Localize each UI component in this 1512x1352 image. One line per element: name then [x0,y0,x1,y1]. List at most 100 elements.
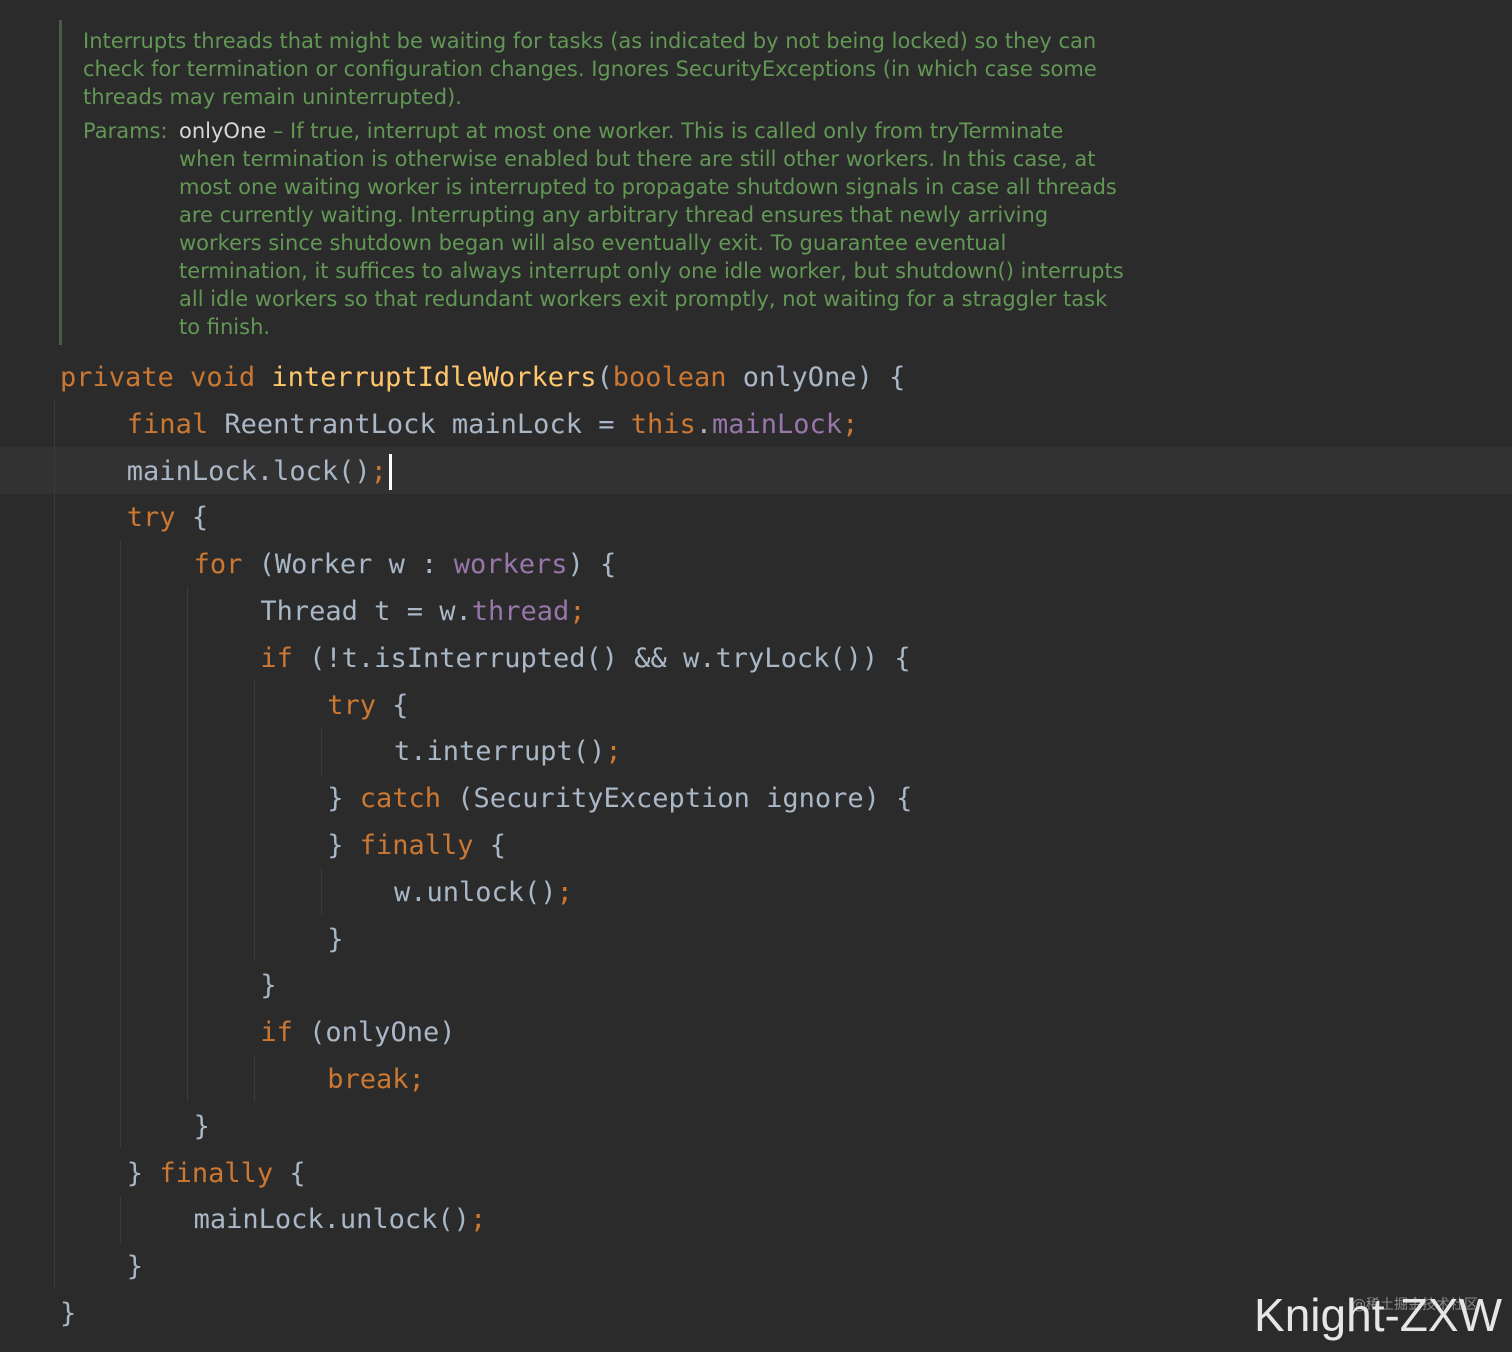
javadoc-panel: Interrupts threads that might be waiting… [59,20,1162,345]
code-line[interactable]: if (!t.isInterrupted() && w.tryLock()) { [260,635,910,682]
indent-guide [120,1196,121,1243]
javadoc-summary: Interrupts threads that might be waiting… [83,27,1097,111]
code-token: ; [605,736,622,768]
code-token: } [327,783,360,815]
code-line[interactable]: for (Worker w : workers) { [194,541,617,588]
code-token: boolean [612,362,727,393]
code-token: (onlyOne) [292,1017,456,1049]
code-token: workers [453,549,568,581]
code-token: if [260,1017,293,1049]
code-token: mainLock.lock() [126,455,371,487]
code-line[interactable]: w.unlock(); [394,869,573,916]
code-line[interactable]: } [194,1103,210,1150]
code-token: } [126,1251,144,1283]
code-line[interactable]: } finally { [327,822,506,869]
code-token: if [260,642,293,674]
params-label: Params: [83,119,168,143]
code-token: (SecurityException ignore) { [440,783,913,815]
param-desc-line: all idle workers so that redundant worke… [179,287,1108,311]
param-first-line: onlyOne – If true, interrupt at most one… [179,117,1124,145]
code-token: w.unlock() [394,876,557,908]
code-token: try [327,689,376,721]
code-token: interruptIdleWorkers [271,362,597,393]
javadoc-summary-line: threads may remain uninterrupted). [83,85,462,109]
code-token: ; [370,455,387,487]
code-token: finally [359,830,474,861]
code-line[interactable]: } [327,916,343,963]
code-token: ( [596,362,613,393]
code-token: mainLock [712,408,843,440]
code-line[interactable]: break; [327,1056,425,1103]
code-token: this [630,408,696,440]
code-line[interactable]: mainLock.unlock(); [194,1196,487,1243]
indent-guide [321,728,322,775]
code-token: ReentrantLock mainLock = [208,408,631,440]
indent-guide [254,1055,255,1102]
code-token: for [193,549,243,581]
code-token: void [190,362,256,393]
code-line[interactable]: if (onlyOne) [260,1009,455,1056]
code-token: ) { [567,549,617,581]
code-line[interactable]: Thread t = w.thread; [260,588,585,635]
code-token: ; [556,876,573,908]
param-desc-line: termination, it suffices to always inter… [179,259,1124,283]
code-token: ; [469,1204,487,1236]
indent-guide [321,868,322,915]
params-description: onlyOne – If true, interrupt at most one… [179,117,1124,341]
code-line[interactable]: private void interruptIdleWorkers(boolea… [60,354,905,401]
code-token: try [126,502,176,534]
code-token: } [126,1157,160,1189]
code-token: } [260,970,277,1002]
code-token: { [375,689,409,721]
watermark-author: Knight-ZXW [1254,1289,1502,1341]
code-token: finally [159,1157,274,1189]
param-name: onlyOne [179,119,267,143]
code-token: (Worker w : [242,549,454,581]
param-desc-line: when termination is otherwise enabled bu… [179,147,1096,171]
code-token: mainLock.unlock() [193,1204,470,1236]
indent-guide [54,400,55,1288]
javadoc-summary-line: check for termination or configuration c… [83,57,1097,81]
code-token: (!t.isInterrupted() && w.tryLock()) { [292,642,911,674]
code-line[interactable]: } [60,1290,76,1337]
code-token: } [60,1298,77,1329]
code-token: Thread t = w. [260,596,472,627]
code-token: break; [327,1064,425,1095]
text-caret [388,454,392,491]
code-token: t.interrupt() [394,736,606,768]
code-token: ; [569,596,586,627]
code-line[interactable]: } [260,962,276,1009]
code-token: { [473,830,507,861]
code-token: { [273,1157,306,1189]
code-token: } [327,830,360,861]
code-line[interactable]: final ReentrantLock mainLock = this.main… [127,401,859,448]
param-desc-line: most one waiting worker is interrupted t… [179,175,1117,199]
code-token: } [193,1110,210,1142]
code-token: catch [359,783,441,815]
code-token: final [126,408,209,440]
code-line[interactable]: try { [327,682,408,729]
code-line[interactable]: try { [127,494,208,541]
code-line[interactable]: mainLock.lock(); [127,448,392,495]
code-token: ; [842,408,859,440]
code-token: . [695,408,713,440]
code-token: } [327,923,344,955]
javadoc-summary-line: Interrupts threads that might be waiting… [83,29,1097,53]
code-token: thread [471,596,570,627]
code-token: private [60,362,174,393]
indent-guide [187,587,188,1101]
param-desc-line: to finish. [179,315,271,339]
code-line[interactable]: t.interrupt(); [394,728,622,775]
code-line[interactable]: } catch (SecurityException ignore) { [327,775,912,822]
param-desc-line: are currently waiting. Interrupting any … [179,203,1049,227]
indent-guide [120,540,121,1148]
code-token: { [175,502,209,534]
code-line[interactable]: } [127,1243,143,1290]
indent-guide [254,681,255,961]
param-desc-line: – If true, interrupt at most one worker.… [266,119,1064,143]
code-token: onlyOne) { [726,362,906,393]
param-desc-line: workers since shutdown began will also e… [179,231,1007,255]
code-line[interactable]: } finally { [127,1150,306,1197]
